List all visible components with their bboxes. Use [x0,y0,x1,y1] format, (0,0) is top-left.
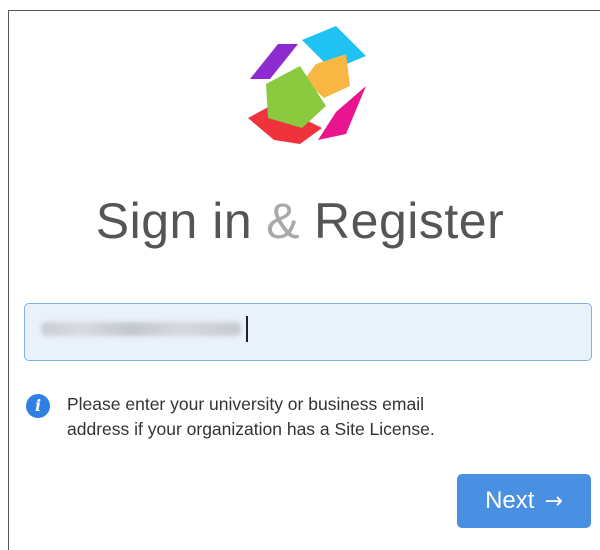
logo-icon [248,26,366,144]
info-line-2: address if your organization has a Site … [67,419,435,439]
next-button-label: Next [485,487,535,514]
info-icon: i [26,394,50,418]
title-sign-in: Sign in [95,193,253,249]
arrow-right-icon: → [544,488,563,514]
next-button[interactable]: Next → [457,474,591,528]
info-message: Please enter your university or business… [67,392,567,442]
page-title: Sign in & Register [0,192,600,250]
title-register: Register [314,193,505,249]
redacted-email-value [41,322,241,336]
title-ampersand: & [266,193,301,249]
text-caret [246,316,248,342]
info-line-1: Please enter your university or business… [67,394,424,414]
